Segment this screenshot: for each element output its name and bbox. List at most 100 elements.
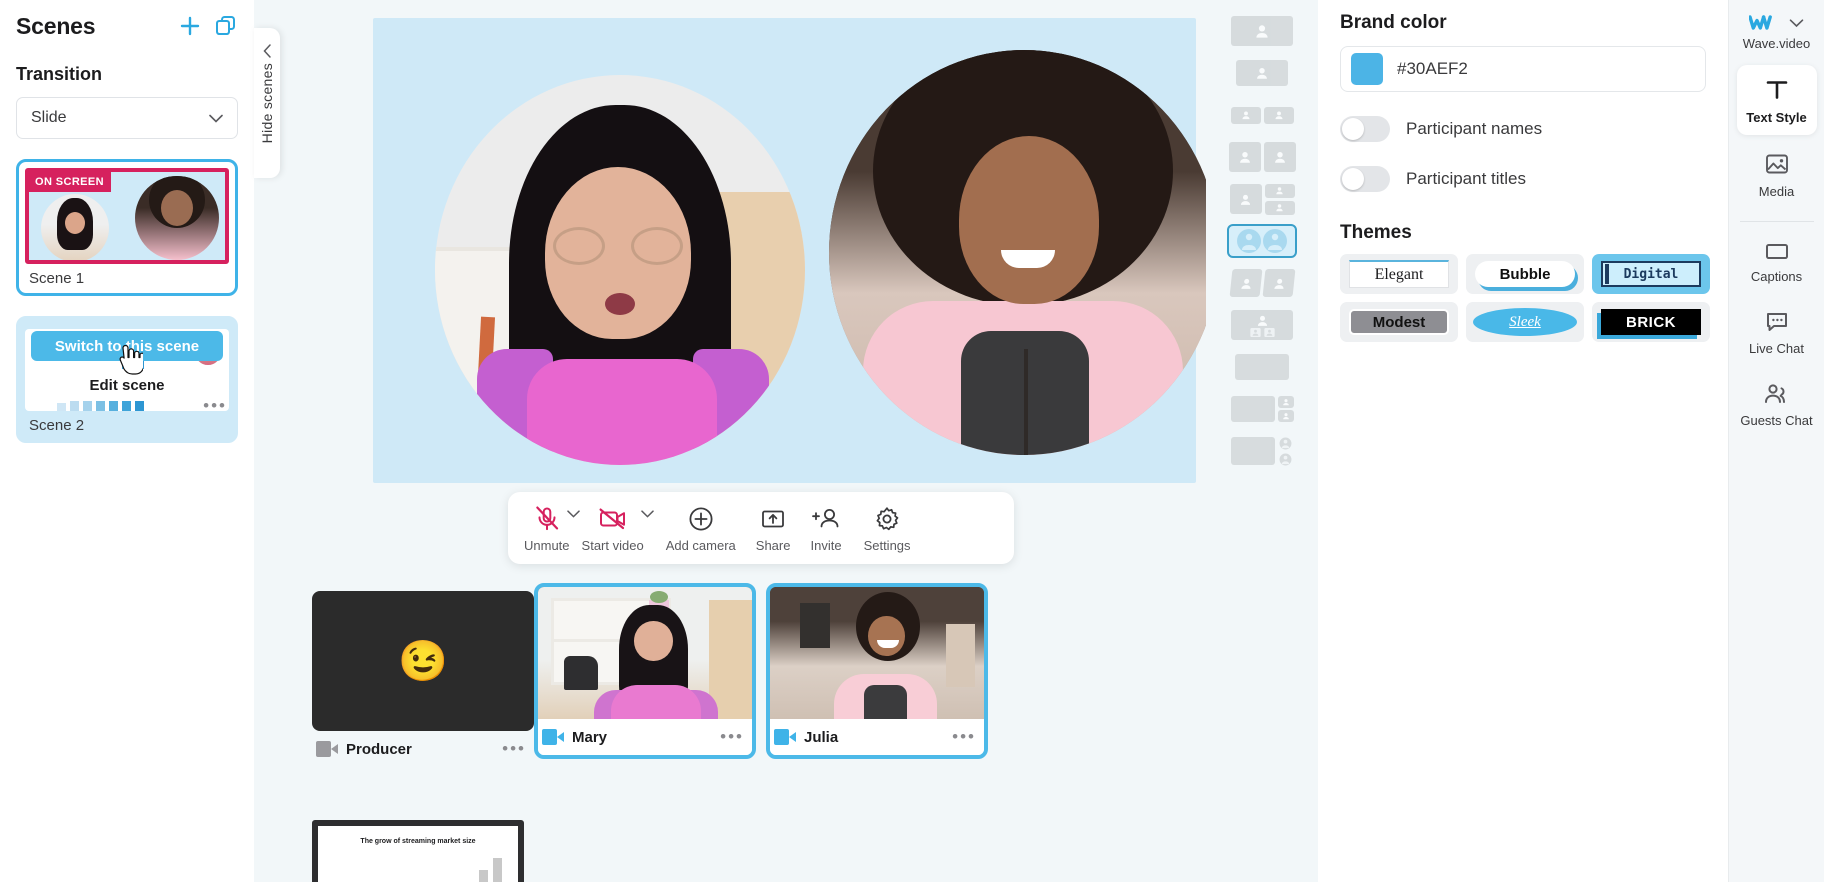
toolbar-add-camera-button[interactable]: Add camera: [660, 504, 742, 553]
stage: Unmute Start video Add camera Share Invi…: [254, 0, 1318, 882]
toolbar-unmute-button[interactable]: Unmute: [518, 504, 580, 553]
camera-off-icon: [316, 741, 338, 757]
cursor-pointer-icon: [119, 345, 143, 375]
scene-card-2[interactable]: Switch to this scene Edit scene ••• Scen…: [16, 316, 238, 443]
tool-guests-chat-label: Guests Chat: [1740, 413, 1813, 428]
tool-text-style-label: Text Style: [1746, 110, 1807, 125]
participant-card-producer[interactable]: 😉 Producer •••: [312, 591, 534, 767]
scene-2-more-menu[interactable]: •••: [203, 396, 227, 416]
participant-names-toggle[interactable]: [1340, 116, 1390, 142]
toolbar-settings-button[interactable]: Settings: [858, 504, 917, 553]
layout-blank[interactable]: [1227, 350, 1297, 384]
participant-name-producer: Producer: [346, 740, 412, 758]
layout-two-tilted[interactable]: [1227, 266, 1297, 300]
producer-more-menu[interactable]: •••: [502, 739, 526, 759]
tool-text-style[interactable]: Text Style: [1736, 65, 1817, 135]
gear-icon: [873, 504, 901, 534]
layout-one-over-two[interactable]: [1227, 308, 1297, 342]
tool-media-label: Media: [1758, 184, 1795, 199]
participant-card-mary[interactable]: Mary •••: [534, 583, 756, 759]
mary-video: [538, 587, 752, 719]
scene-card-1[interactable]: ON SCREEN Scene 1: [16, 159, 238, 296]
theme-brick[interactable]: BRICK: [1592, 302, 1710, 342]
participant-video-producer: 😉: [312, 591, 534, 731]
media-image-icon: [1765, 154, 1788, 174]
brand-color-title: Brand color: [1340, 12, 1447, 33]
theme-sleek[interactable]: Sleek: [1466, 302, 1584, 342]
transition-select[interactable]: Slide: [16, 97, 238, 139]
page-title: Scenes: [16, 12, 96, 39]
theme-elegant-label: Elegant: [1349, 260, 1449, 288]
participant-titles-row: Participant titles: [1340, 166, 1706, 192]
scene-1-participant-b: [135, 176, 219, 260]
julia-info-row: Julia •••: [770, 719, 984, 755]
participant-titles-label: Participant titles: [1406, 169, 1526, 188]
slide-thumbnail-card[interactable]: The grow of streaming market size: [312, 820, 524, 882]
share-screen-icon: [759, 504, 787, 534]
scene-1-name: Scene 1: [29, 270, 85, 287]
two-circles-icon: [1237, 229, 1287, 253]
settings-panel: Brand color #30AEF2 Participant names Pa…: [1318, 0, 1728, 882]
scene-preview[interactable]: [373, 18, 1219, 483]
duplicate-icon: [216, 16, 235, 35]
video-off-icon: [598, 504, 628, 534]
hide-scenes-toggle[interactable]: Hide scenes: [254, 28, 280, 178]
brand-color-field[interactable]: #30AEF2: [1340, 46, 1706, 92]
transition-label: Transition: [16, 64, 103, 84]
captions-icon: [1765, 244, 1788, 259]
tool-rail-divider: [1739, 221, 1814, 222]
text-style-icon: [1766, 81, 1787, 99]
julia-more-menu[interactable]: •••: [952, 727, 976, 747]
theme-digital-label: Digital: [1601, 261, 1701, 287]
duplicate-scene-button[interactable]: [214, 14, 238, 38]
brand-label: Wave.video: [1742, 36, 1811, 51]
layout-main-plus-two-badges[interactable]: [1227, 434, 1297, 468]
plus-icon: [180, 16, 200, 36]
theme-bubble[interactable]: Bubble: [1466, 254, 1584, 294]
theme-modest[interactable]: Modest: [1340, 302, 1458, 342]
toolbar-start-video-button[interactable]: Start video: [576, 504, 654, 553]
scenes-header-actions: [178, 14, 238, 38]
tool-media[interactable]: Media: [1737, 139, 1817, 209]
layout-main-plus-two-right[interactable]: [1227, 392, 1297, 426]
brand-menu[interactable]: Wave.video: [1729, 6, 1824, 61]
preview-participant-mary: [435, 75, 805, 465]
participant-titles-toggle[interactable]: [1340, 166, 1390, 192]
theme-elegant[interactable]: Elegant: [1340, 254, 1458, 294]
transition-value: Slide: [31, 109, 67, 126]
layout-two-small-side-by-side[interactable]: [1227, 98, 1297, 132]
brand-logo-row: [1749, 14, 1804, 32]
toolbar-start-video-label: Start video: [581, 537, 644, 553]
theme-digital[interactable]: Digital: [1592, 254, 1710, 294]
layout-two-circles[interactable]: [1227, 224, 1297, 258]
on-screen-badge: ON SCREEN: [29, 172, 111, 192]
tool-live-chat[interactable]: Live Chat: [1737, 298, 1817, 366]
layout-single-center[interactable]: [1227, 56, 1297, 90]
add-person-icon: [811, 504, 841, 534]
video-options-chevron-icon[interactable]: [640, 509, 654, 518]
mary-more-menu[interactable]: •••: [720, 727, 744, 747]
participant-names-row: Participant names: [1340, 116, 1706, 142]
add-scene-button[interactable]: [178, 14, 202, 38]
brand-color-swatch[interactable]: [1351, 53, 1383, 85]
scenes-panel: Scenes Transition Slide ON SCREEN Scene …: [0, 0, 254, 882]
scene-1-participant-a: [41, 194, 109, 260]
layout-single-fill[interactable]: [1227, 14, 1297, 48]
toolbar-share-button[interactable]: Share: [750, 504, 797, 553]
slide-chart-bars: [479, 850, 502, 882]
scenes-header: Scenes: [16, 0, 238, 44]
slide-title: The grow of streaming market size: [360, 838, 476, 845]
participant-name-mary: Mary: [572, 728, 608, 746]
theme-modest-label: Modest: [1349, 309, 1449, 335]
layout-two-equal[interactable]: [1227, 140, 1297, 174]
participant-video-julia: Julia •••: [766, 583, 988, 759]
julia-video: [770, 587, 984, 719]
participant-card-julia[interactable]: Julia •••: [766, 583, 988, 759]
mic-off-icon: [534, 504, 560, 534]
tool-guests-chat[interactable]: Guests Chat: [1737, 370, 1817, 438]
chevron-down-icon[interactable]: [1789, 18, 1804, 28]
layout-one-plus-two[interactable]: [1227, 182, 1297, 216]
tool-captions[interactable]: Captions: [1737, 230, 1817, 294]
tool-live-chat-label: Live Chat: [1749, 341, 1804, 356]
toolbar-invite-button[interactable]: Invite: [804, 504, 847, 553]
